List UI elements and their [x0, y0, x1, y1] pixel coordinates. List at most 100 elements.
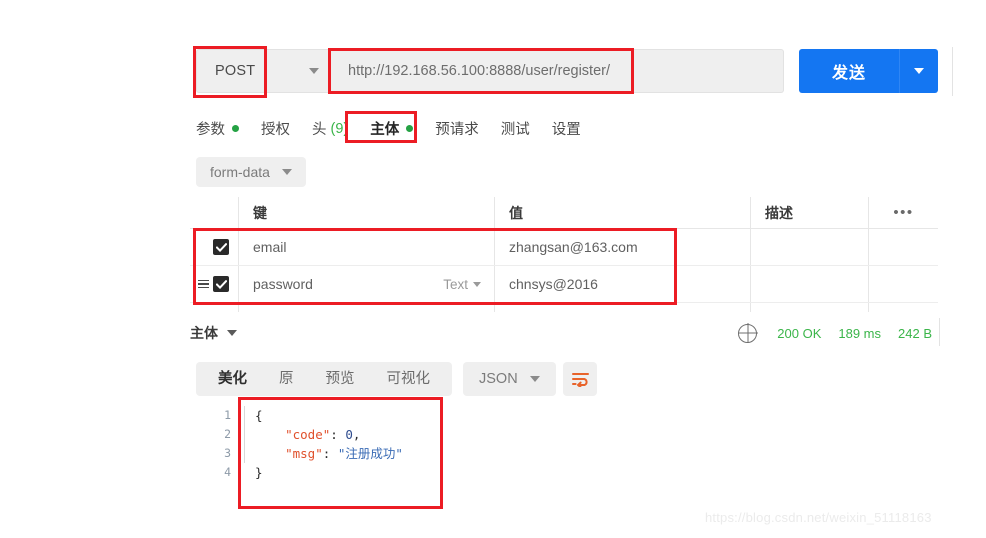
row-checkbox[interactable] — [213, 239, 229, 255]
word-wrap-button[interactable] — [563, 362, 597, 396]
row-value-cell — [494, 303, 750, 312]
code-fold-guide — [244, 406, 245, 425]
word-wrap-icon — [571, 373, 589, 387]
code-line: 2 "code": 0, — [222, 425, 436, 444]
tab-visualize[interactable]: 可视化 — [371, 362, 447, 396]
row-more-cell[interactable] — [868, 229, 938, 265]
row-description-cell[interactable] — [750, 266, 868, 302]
code-line: 4} — [222, 463, 436, 482]
form-data-table: 键 值 描述 ••• email zhangsan@163.com passwo… — [190, 197, 938, 312]
row-key-cell — [238, 303, 494, 312]
status-badge: 200 OK — [777, 325, 822, 341]
chevron-down-icon — [473, 281, 481, 287]
tab-count: (9) — [330, 120, 349, 137]
tab-label: 头 — [312, 122, 327, 138]
table-row: email zhangsan@163.com — [190, 229, 938, 266]
response-meta: 200 OK 189 ms 242 B — [738, 323, 938, 343]
panel-divider — [952, 47, 953, 96]
http-method-select[interactable]: POST — [196, 49, 331, 93]
tab-authorization[interactable]: 授权 — [250, 115, 301, 142]
tab-settings[interactable]: 设置 — [541, 115, 592, 142]
code-fold-guide — [244, 463, 245, 482]
header-value-label: 值 — [509, 204, 523, 221]
tab-headers[interactable]: 头 (9) — [301, 115, 359, 142]
modified-dot-icon — [232, 125, 239, 132]
table-row-empty — [190, 303, 938, 312]
tab-body[interactable]: 主体 — [359, 115, 424, 142]
send-options-button[interactable] — [899, 49, 938, 93]
response-viewer-tabs: 美化 原 预览 可视化 — [196, 362, 452, 396]
row-key-cell[interactable]: password Text — [238, 266, 494, 302]
globe-icon — [738, 323, 758, 343]
request-tabs: 参数 授权 头 (9) 主体 预请求 测试 设置 — [196, 115, 592, 142]
code-line: 3 "msg": "注册成功" — [222, 444, 436, 463]
code-text: { — [255, 408, 263, 423]
tab-raw[interactable]: 原 — [263, 362, 310, 396]
header-more-cell[interactable]: ••• — [868, 197, 938, 228]
url-input[interactable]: http://192.168.56.100:8888/user/register… — [331, 49, 784, 93]
table-row: password Text chnsys@2016 — [190, 266, 938, 303]
response-body-selector[interactable]: 主体 — [190, 323, 237, 343]
chevron-down-icon — [309, 68, 319, 74]
tab-label: 设置 — [551, 122, 581, 138]
row-checkbox[interactable] — [213, 276, 229, 292]
send-button[interactable]: 发送 — [799, 49, 899, 93]
body-type-label: form-data — [210, 164, 270, 180]
check-icon — [215, 279, 227, 289]
drag-handle-icon[interactable] — [198, 279, 209, 289]
row-checkbox-cell — [190, 239, 238, 255]
line-number: 4 — [224, 465, 231, 479]
tab-label: 主体 — [370, 122, 400, 138]
request-url-row: POST http://192.168.56.100:8888/user/reg… — [196, 49, 938, 93]
line-number: 1 — [224, 408, 231, 422]
line-number: 2 — [224, 427, 231, 441]
api-client-window: POST http://192.168.56.100:8888/user/reg… — [0, 0, 986, 538]
tab-preview[interactable]: 预览 — [310, 362, 371, 396]
row-description-cell[interactable] — [750, 229, 868, 265]
row-type-label: Text — [443, 276, 468, 292]
response-format-select[interactable]: JSON — [463, 362, 556, 396]
tab-tests[interactable]: 测试 — [490, 115, 541, 142]
response-size: 242 B — [898, 325, 932, 341]
modified-dot-icon — [406, 125, 414, 132]
tab-pretty[interactable]: 美化 — [202, 362, 263, 396]
row-value-text: zhangsan@163.com — [509, 239, 638, 255]
row-checkbox-cell — [190, 276, 238, 292]
row-more-cell[interactable] — [868, 266, 938, 302]
chevron-down-icon — [227, 330, 237, 336]
row-description-cell — [750, 303, 868, 312]
http-method-label: POST — [215, 63, 256, 79]
row-type-select[interactable]: Text — [443, 277, 481, 292]
table-header-row: 键 值 描述 ••• — [190, 197, 938, 229]
url-text: http://192.168.56.100:8888/user/register… — [348, 63, 610, 79]
tab-label: 测试 — [500, 122, 530, 138]
header-key-label: 键 — [253, 204, 267, 221]
row-value-text: chnsys@2016 — [509, 276, 598, 292]
line-number: 3 — [224, 446, 231, 460]
check-icon — [215, 242, 227, 252]
response-status-bar: 主体 200 OK 189 ms 242 B — [190, 320, 938, 346]
code-text: } — [255, 465, 263, 480]
row-value-cell[interactable]: chnsys@2016 — [494, 266, 750, 302]
chevron-down-icon — [281, 169, 292, 175]
header-value-cell: 值 — [494, 197, 750, 228]
header-checkbox-cell — [190, 197, 238, 228]
tab-params[interactable]: 参数 — [196, 115, 250, 142]
chevron-down-icon — [529, 376, 540, 382]
row-key-cell[interactable]: email — [238, 229, 494, 265]
response-time: 189 ms — [838, 325, 882, 341]
tab-label: 参数 — [196, 122, 225, 138]
row-key-text: email — [253, 239, 287, 255]
code-line: 1{ — [222, 406, 436, 425]
more-options-icon: ••• — [893, 204, 914, 221]
code-fold-guide — [244, 444, 245, 463]
code-text: "msg": "注册成功" — [285, 446, 403, 461]
tab-label: 授权 — [261, 122, 290, 138]
response-body-label: 主体 — [190, 325, 218, 341]
code-text: "code": 0, — [285, 427, 361, 442]
response-body-code[interactable]: 1{2 "code": 0, 3 "msg": "注册成功" 4} — [222, 406, 436, 506]
watermark: https://blog.csdn.net/weixin_51118163 — [705, 510, 932, 525]
body-type-select[interactable]: form-data — [196, 157, 306, 187]
row-value-cell[interactable]: zhangsan@163.com — [494, 229, 750, 265]
tab-pre-request[interactable]: 预请求 — [424, 115, 490, 142]
